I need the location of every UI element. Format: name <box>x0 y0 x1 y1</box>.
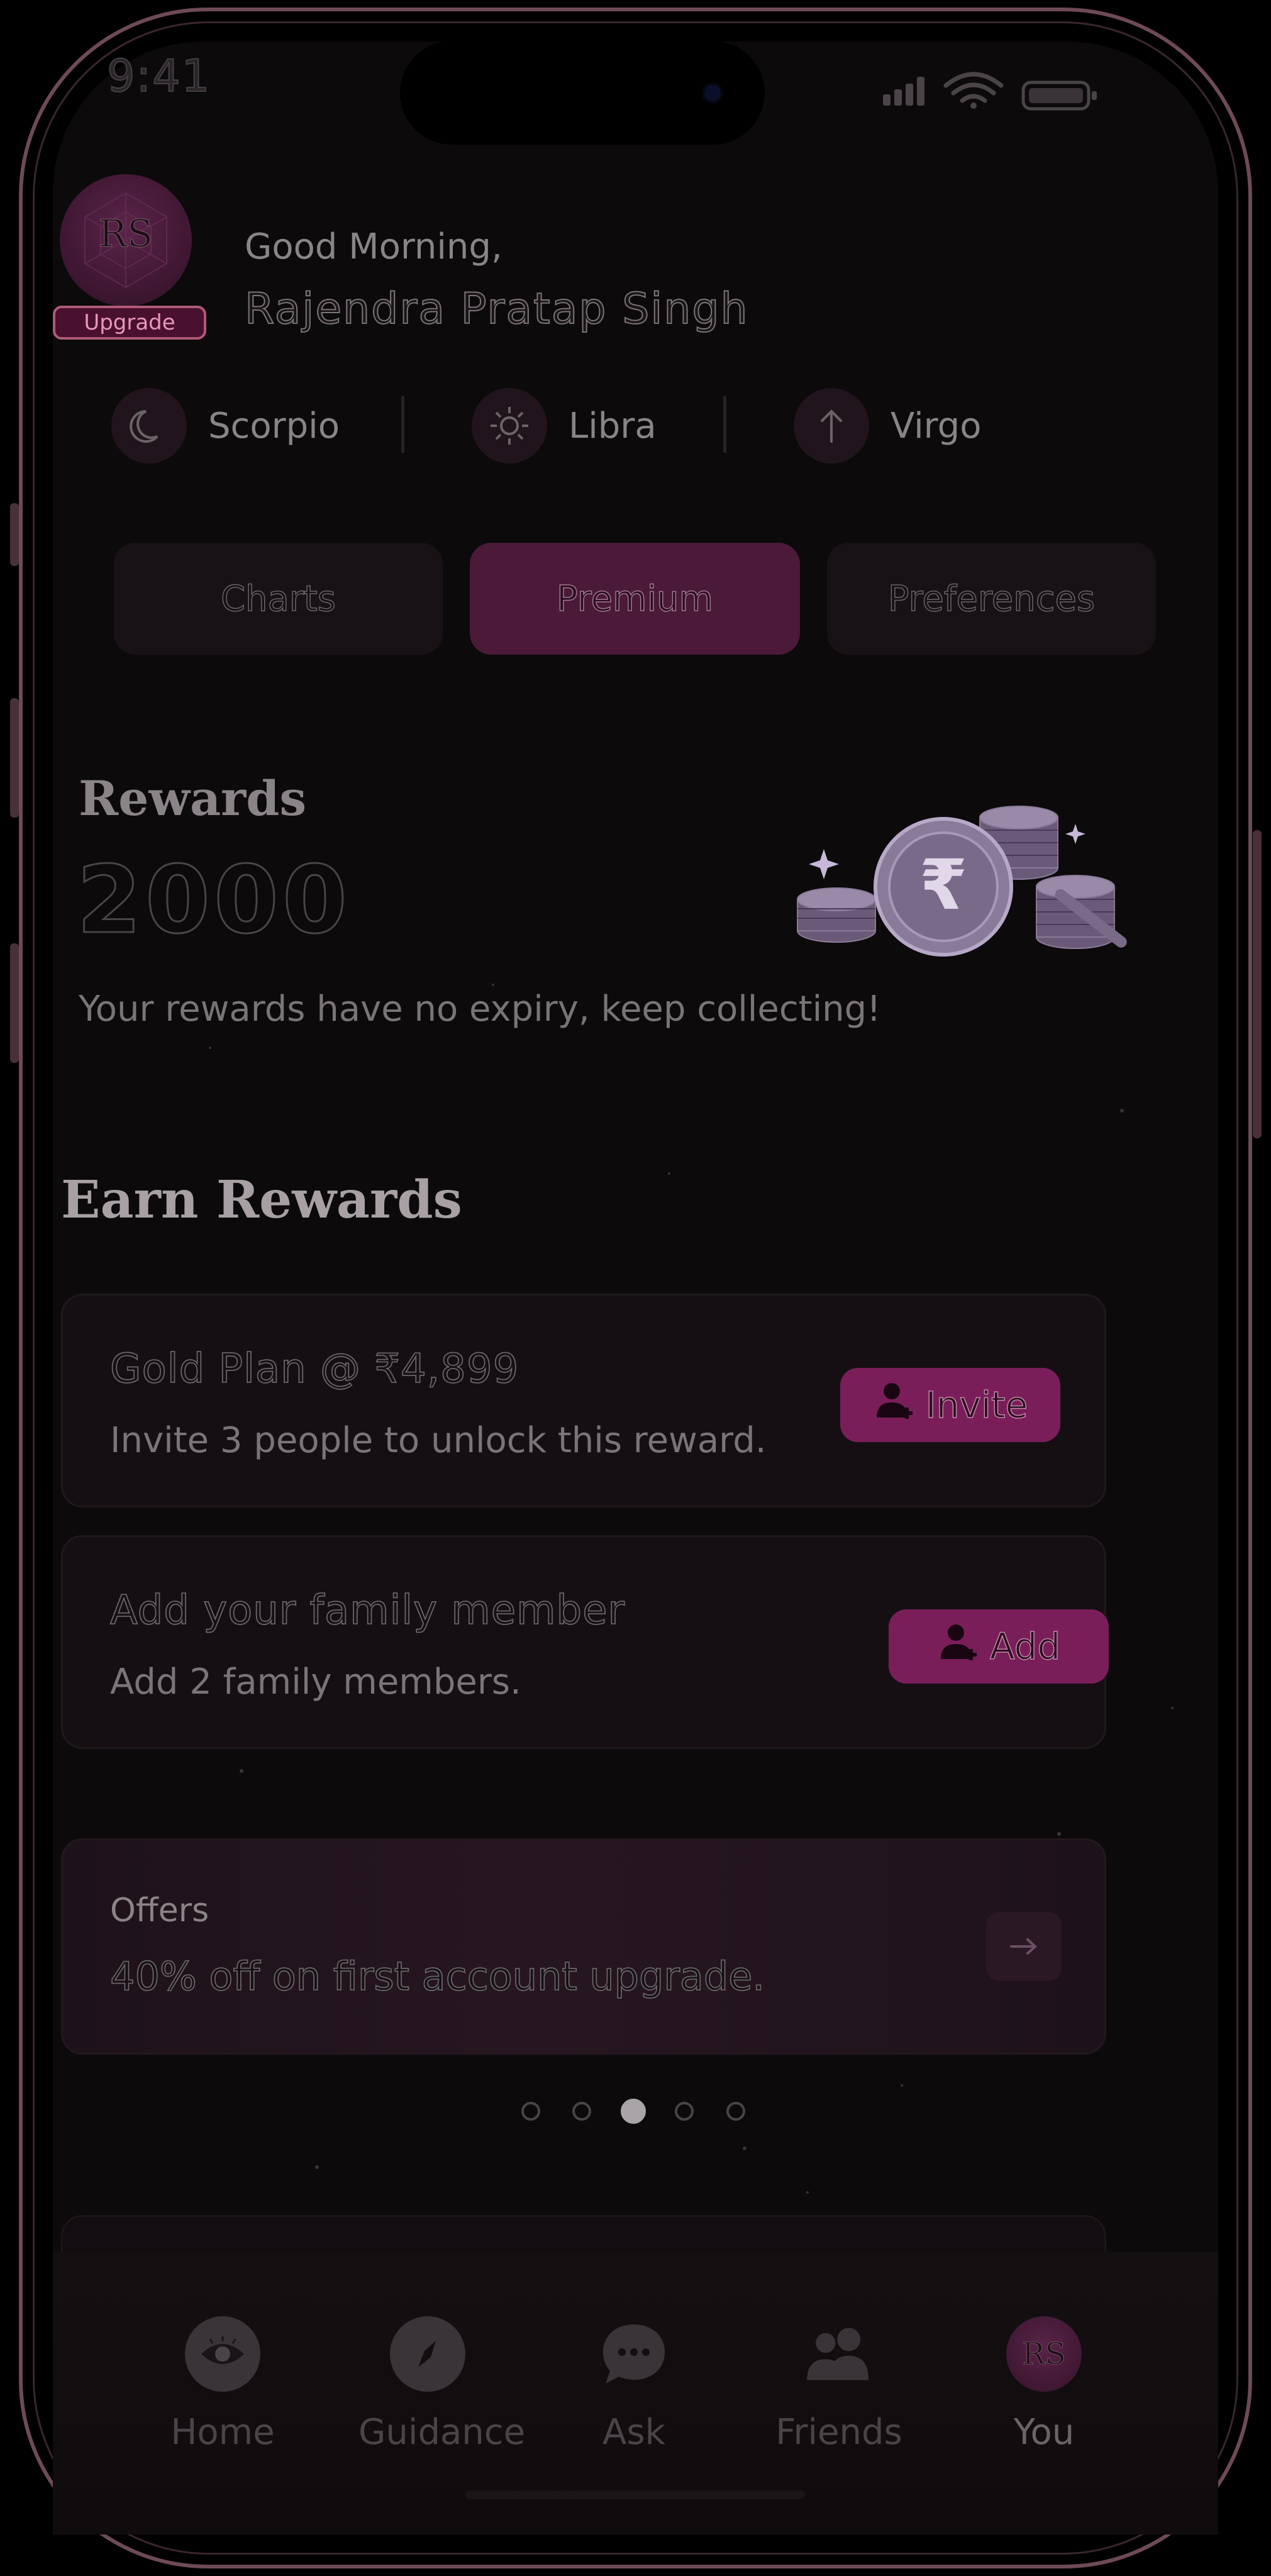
avatar-icon: RS <box>1006 2316 1082 2392</box>
carousel-dot-active[interactable] <box>621 2099 646 2124</box>
friends-icon <box>801 2316 877 2392</box>
nav-guidance[interactable]: Guidance <box>358 2316 526 2453</box>
carousel-dot[interactable] <box>675 2102 694 2121</box>
eye-icon <box>185 2316 260 2392</box>
add-user-icon <box>873 1379 917 1431</box>
carousel-dot[interactable] <box>572 2102 591 2121</box>
nav-label: You <box>1013 2412 1075 2453</box>
rising-sign-label: Virgo <box>891 405 982 447</box>
profile-avatar[interactable]: RS <box>60 174 192 306</box>
avatar-initials: RS <box>98 211 153 257</box>
battery-icon <box>1021 80 1097 111</box>
zodiac-item-rising[interactable]: Virgo <box>794 388 981 464</box>
nav-label: Home <box>170 2412 275 2453</box>
carousel-indicator <box>0 2099 1271 2133</box>
nav-label: Friends <box>775 2412 902 2453</box>
reward-card-gold-plan: Gold Plan @ ₹4,899 Invite 3 people to un… <box>61 1294 1106 1507</box>
card-title: Add your family member <box>109 1587 625 1635</box>
nav-avatar-initials: RS <box>1022 2336 1066 2372</box>
zodiac-item-moon[interactable]: Scorpio <box>111 388 340 464</box>
tab-charts[interactable]: Charts <box>114 543 443 655</box>
card-title: Gold Plan @ ₹4,899 <box>109 1345 519 1393</box>
svg-text:₹: ₹ <box>919 845 968 925</box>
status-time: 9:41 <box>106 50 211 103</box>
volume-up-button <box>10 698 19 818</box>
volume-down-button <box>10 943 19 1063</box>
rewards-subtitle: Your rewards have no expiry, keep collec… <box>79 989 881 1030</box>
chat-bubble-icon <box>596 2316 672 2392</box>
offer-arrow-button[interactable] <box>986 1912 1062 1981</box>
home-indicator <box>465 2490 805 2499</box>
carousel-dot[interactable] <box>726 2102 745 2121</box>
wifi-icon <box>943 72 1004 103</box>
reward-card-family-member: Add your family member Add 2 family memb… <box>61 1535 1109 1749</box>
offer-card[interactable]: Offers 40% off on first account upgrade. <box>61 1838 1106 2055</box>
nav-home[interactable]: Home <box>153 2316 292 2453</box>
add-user-icon <box>937 1620 981 1673</box>
arrow-right-icon <box>1010 1938 1037 1955</box>
sun-sign-label: Libra <box>569 405 657 447</box>
add-family-button[interactable]: Add <box>889 1609 1109 1684</box>
front-camera <box>704 85 721 101</box>
invite-button-label: Invite <box>925 1383 1028 1427</box>
rewards-title: Rewards <box>79 770 307 826</box>
card-description: Add 2 family members. <box>110 1662 521 1702</box>
invite-button[interactable]: Invite <box>840 1368 1060 1442</box>
rewards-points: 2000 <box>76 845 351 955</box>
tab-premium[interactable]: Premium <box>470 543 800 655</box>
tab-preferences[interactable]: Preferences <box>827 543 1156 655</box>
nav-you[interactable]: RS You <box>975 2316 1113 2453</box>
dynamic-island <box>400 41 765 145</box>
nav-label: Ask <box>602 2412 665 2453</box>
upgrade-badge[interactable]: Upgrade <box>53 306 206 340</box>
divider <box>401 396 404 453</box>
card-description: Invite 3 people to unlock this reward. <box>110 1420 767 1461</box>
moon-icon <box>111 388 187 464</box>
zodiac-item-sun[interactable]: Libra <box>472 388 657 464</box>
add-button-label: Add <box>989 1624 1061 1668</box>
earn-rewards-heading: Earn Rewards <box>61 1170 462 1230</box>
carousel-dot[interactable] <box>521 2102 540 2121</box>
status-icons <box>828 63 1097 116</box>
mute-switch <box>10 503 19 566</box>
nav-ask[interactable]: Ask <box>565 2316 703 2453</box>
user-name: Rajendra Pratap Singh <box>244 284 749 335</box>
nav-label: Guidance <box>358 2412 526 2453</box>
moon-sign-label: Scorpio <box>208 405 340 447</box>
greeting-text: Good Morning, <box>245 226 502 267</box>
nav-friends[interactable]: Friends <box>770 2316 908 2453</box>
coin-stack-illustration: ₹ <box>780 792 1157 984</box>
compass-icon <box>390 2316 465 2392</box>
divider <box>723 396 726 453</box>
offer-text: 40% off on first account upgrade. <box>109 1953 765 2000</box>
signal-icon <box>883 77 924 106</box>
power-button <box>1253 830 1262 1138</box>
offers-label: Offers <box>110 1892 209 1929</box>
arrow-up-icon <box>794 388 869 464</box>
sun-icon <box>472 388 547 464</box>
